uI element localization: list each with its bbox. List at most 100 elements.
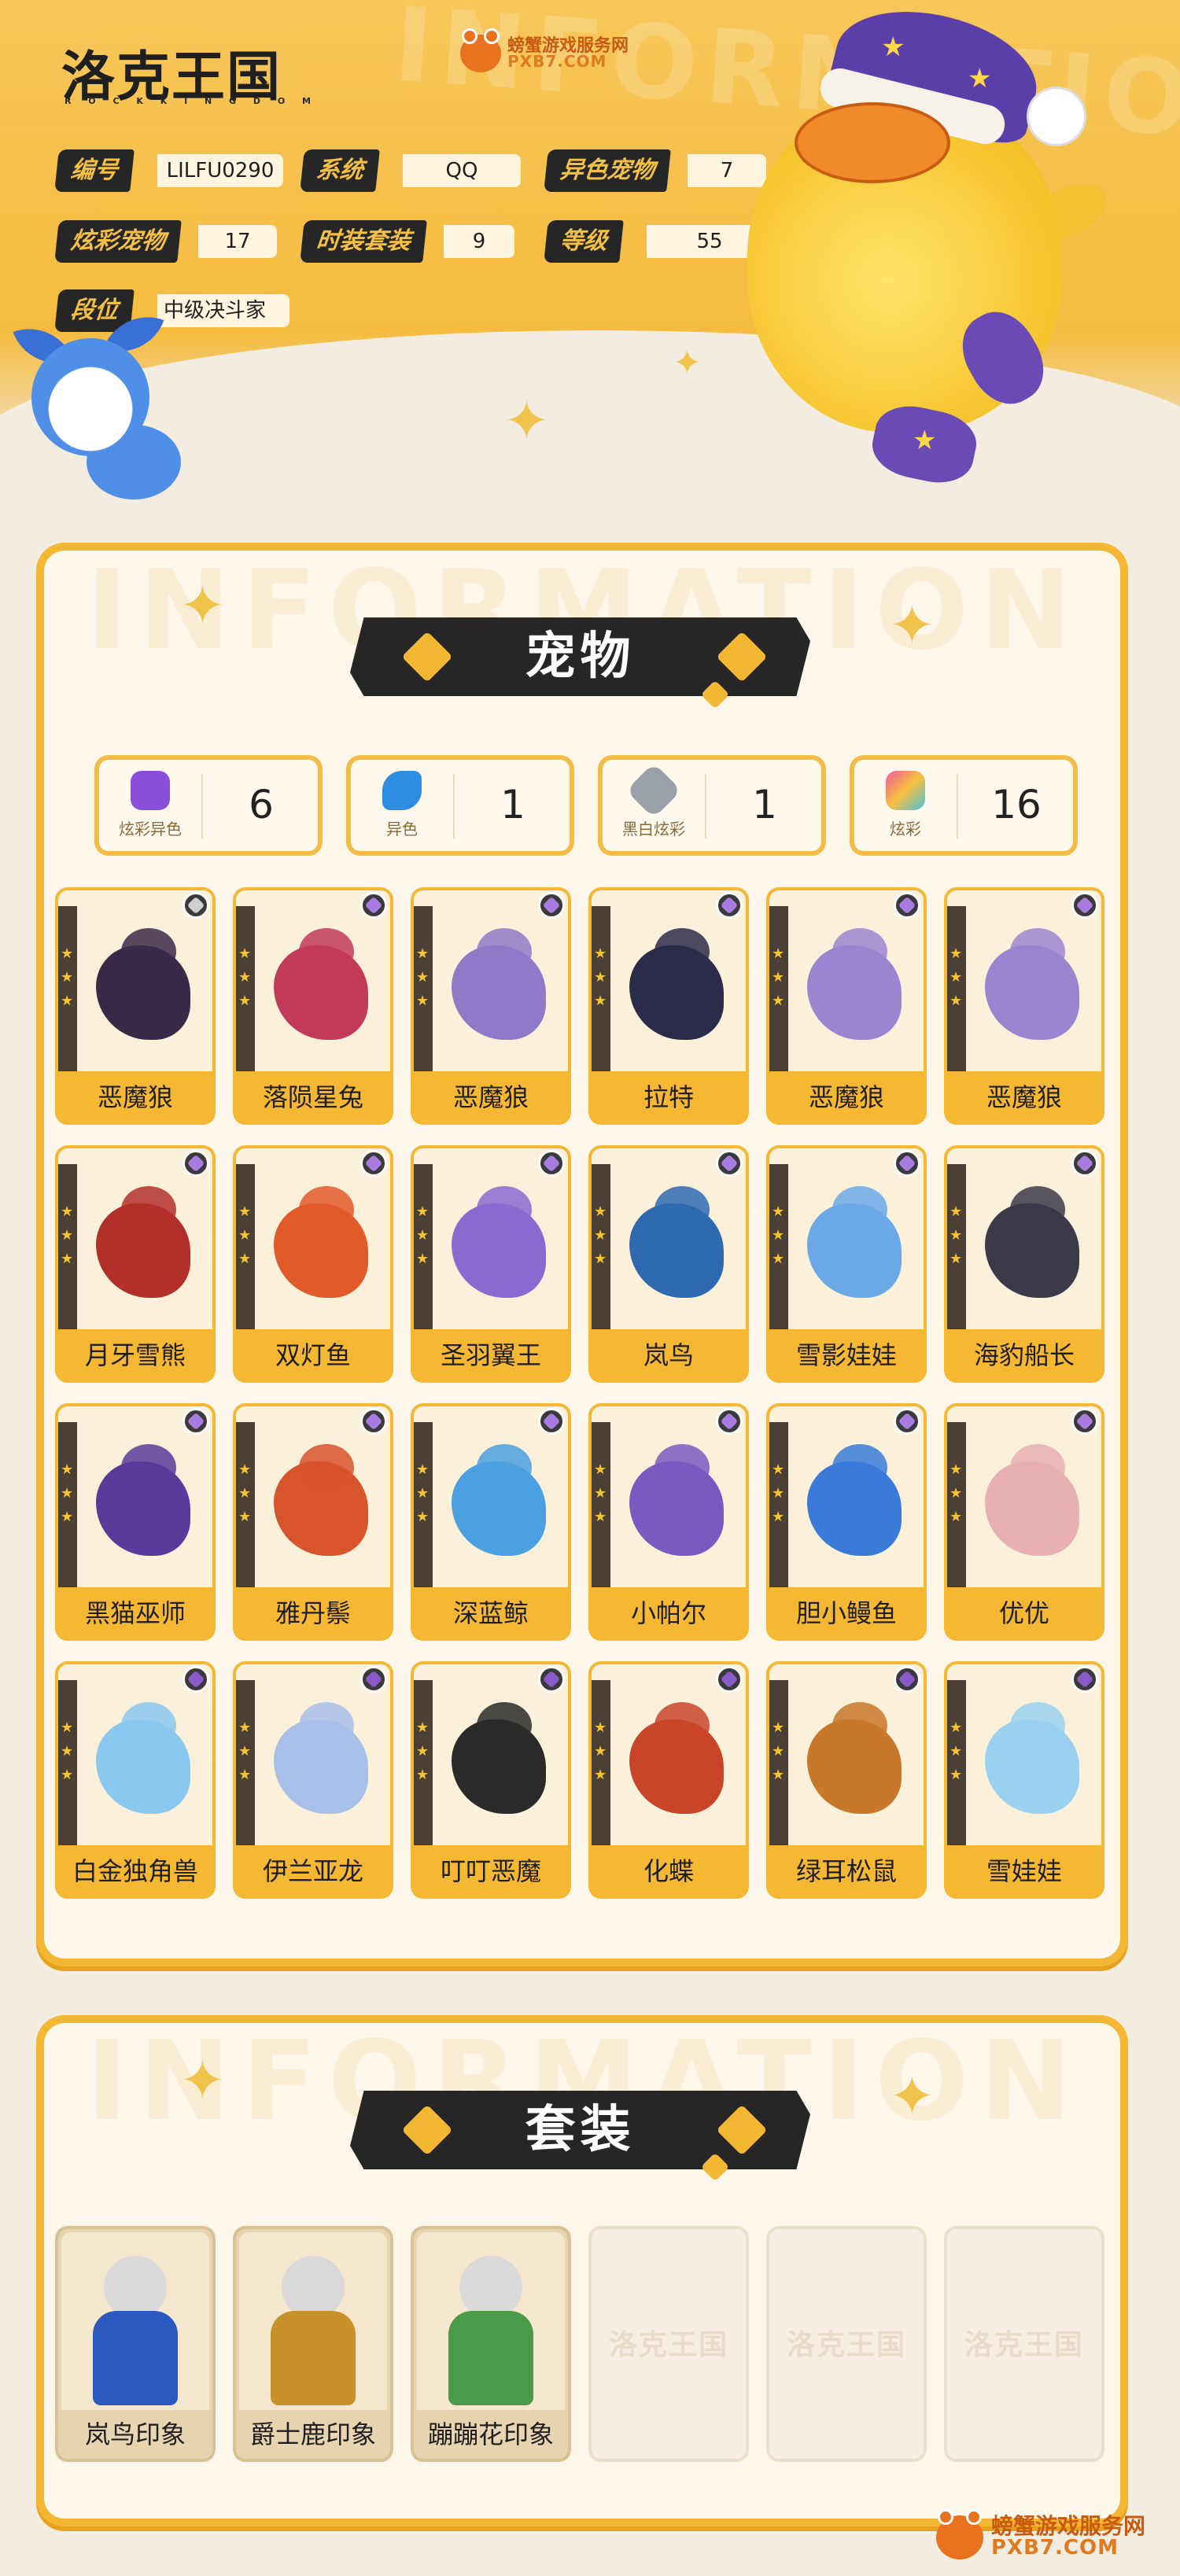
field-label: 等级: [544, 220, 624, 263]
card-side-strip: ★ ★ ★: [592, 1680, 610, 1845]
pet-card[interactable]: ★ ★ ★ 恶魔狼: [766, 887, 927, 1125]
star-icon: ★: [950, 969, 963, 986]
pet-card[interactable]: ★ ★ ★ 胆小鳗鱼: [766, 1403, 927, 1641]
pet-name: 黑猫巫师: [84, 1598, 186, 1628]
star-icon: ★: [772, 993, 785, 1009]
outfit-card[interactable]: 蹦蹦花印象: [411, 2226, 571, 2462]
pet-variant-badge-icon: [716, 892, 743, 919]
star-icon: ★: [594, 1251, 607, 1267]
pet-name: 恶魔狼: [97, 1082, 173, 1112]
pet-card[interactable]: ★ ★ ★ 伊兰亚龙: [233, 1661, 393, 1899]
outfit-name: 岚鸟印象: [84, 2419, 186, 2449]
sparkle-icon: ✦: [889, 593, 935, 658]
pet-card[interactable]: ★ ★ ★ 恶魔狼: [411, 887, 571, 1125]
star-icon: ★: [772, 969, 785, 986]
star-icon: ★: [594, 1767, 607, 1783]
pet-creature-head: [299, 1186, 354, 1233]
pet-card[interactable]: ★ ★ ★ 化蝶: [588, 1661, 749, 1899]
pet-card[interactable]: ★ ★ ★ 恶魔狼: [944, 887, 1104, 1125]
pet-creature-head: [121, 928, 176, 975]
pet-variant-badge-icon: [1071, 1666, 1098, 1693]
pet-card[interactable]: ★ ★ ★ 恶魔狼: [55, 887, 216, 1125]
pet-card[interactable]: ★ ★ ★ 双灯鱼: [233, 1145, 393, 1383]
pet-card[interactable]: ★ ★ ★ 圣羽翼王: [411, 1145, 571, 1383]
star-icon: ★: [950, 993, 963, 1009]
stat-shiny: 异色 1: [346, 755, 574, 856]
star-icon: ★: [950, 1485, 963, 1502]
duck-beak: [795, 102, 950, 183]
star-icon: ★: [61, 1203, 74, 1220]
pet-creature-head: [832, 1702, 887, 1749]
outfit-card[interactable]: 岚鸟印象: [55, 2226, 216, 2462]
star-icon: ★: [950, 1509, 963, 1525]
outfit-card[interactable]: 爵士鹿印象: [233, 2226, 393, 2462]
star-icon: ★: [772, 1461, 785, 1478]
pet-variant-badge-icon: [360, 1666, 387, 1693]
card-side-strip: ★ ★ ★: [58, 1422, 77, 1587]
pet-card[interactable]: ★ ★ ★ 雅丹鬃: [233, 1403, 393, 1641]
card-side-strip: ★ ★ ★: [236, 1680, 255, 1845]
pet-card[interactable]: ★ ★ ★ 深蓝鲸: [411, 1403, 571, 1641]
star-icon: ★: [238, 969, 252, 986]
sparkle-icon: ✦: [179, 573, 226, 638]
card-side-strip: ★ ★ ★: [236, 1164, 255, 1329]
pet-card[interactable]: ★ ★ ★ 优优: [944, 1403, 1104, 1641]
pet-portrait: ★ ★ ★: [58, 890, 212, 1071]
site-brand-bottom[interactable]: 螃蟹游戏服务网 PXB7.COM: [936, 2509, 1172, 2572]
star-icon: ★: [416, 1485, 430, 1502]
pet-creature-head: [832, 928, 887, 975]
star-icon: ★: [950, 1461, 963, 1478]
card-side-strip: ★ ★ ★: [236, 906, 255, 1071]
field-value: 中级决斗家: [157, 294, 289, 327]
pet-card[interactable]: ★ ★ ★ 月牙雪熊: [55, 1145, 216, 1383]
outfit-name: 蹦蹦花印象: [427, 2419, 554, 2449]
pet-name: 化蝶: [643, 1856, 694, 1886]
pet-variant-badge-icon: [894, 1408, 920, 1435]
outfit-costume-illustration: [448, 2311, 533, 2405]
pet-card[interactable]: ★ ★ ★ 雪影娃娃: [766, 1145, 927, 1383]
star-icon: ★: [772, 1227, 785, 1244]
field-value: 9: [444, 225, 514, 258]
star-icon: ★: [61, 1509, 74, 1525]
pet-portrait: ★ ★ ★: [592, 1664, 746, 1845]
outfit-portrait: [61, 2232, 209, 2410]
pet-portrait: ★ ★ ★: [947, 1664, 1101, 1845]
star-icon: ★: [950, 1767, 963, 1783]
pet-card[interactable]: ★ ★ ★ 岚鸟: [588, 1145, 749, 1383]
pet-card[interactable]: ★ ★ ★ 雪娃娃: [944, 1661, 1104, 1899]
pet-card[interactable]: ★ ★ ★ 叮叮恶魔: [411, 1661, 571, 1899]
stat-value: 6: [249, 782, 274, 827]
pet-card[interactable]: ★ ★ ★ 落陨星兔: [233, 887, 393, 1125]
pet-name: 绿耳松鼠: [795, 1856, 897, 1886]
pet-variant-badge-icon: [538, 892, 565, 919]
star-icon: ★: [416, 1461, 430, 1478]
star-icon: ★: [594, 969, 607, 986]
pet-creature-head: [832, 1444, 887, 1491]
pet-name: 恶魔狼: [808, 1082, 884, 1112]
empty-slot-watermark: 洛克王国: [786, 2329, 906, 2361]
star-icon: ★: [950, 1743, 963, 1760]
field-label: 时装套装: [300, 220, 427, 263]
star-icon: ★: [416, 1509, 430, 1525]
pet-card[interactable]: ★ ★ ★ 海豹船长: [944, 1145, 1104, 1383]
star-icon: ★: [61, 969, 74, 986]
pet-creature-head: [1010, 928, 1065, 975]
field-value: 7: [688, 154, 766, 187]
pet-card[interactable]: ★ ★ ★ 黑猫巫师: [55, 1403, 216, 1641]
outfit-costume-illustration: [271, 2311, 356, 2405]
avatar-head: [282, 2256, 345, 2319]
star-icon: ★: [416, 969, 430, 986]
pet-card[interactable]: ★ ★ ★ 绿耳松鼠: [766, 1661, 927, 1899]
star-icon: ★: [416, 1251, 430, 1267]
pet-portrait: ★ ★ ★: [236, 890, 390, 1071]
star-icon: ★: [416, 945, 430, 962]
pet-card[interactable]: ★ ★ ★ 白金独角兽: [55, 1661, 216, 1899]
pet-creature-head: [299, 928, 354, 975]
pet-creature-head: [1010, 1186, 1065, 1233]
pet-card[interactable]: ★ ★ ★ 拉特: [588, 887, 749, 1125]
pet-card[interactable]: ★ ★ ★ 小帕尔: [588, 1403, 749, 1641]
site-brand-top[interactable]: 螃蟹游戏服务网 PXB7.COM: [460, 28, 633, 76]
field-level: 等级 55: [544, 220, 774, 263]
colorful-star-icon: [886, 771, 925, 810]
pet-creature-head: [1010, 1702, 1065, 1749]
